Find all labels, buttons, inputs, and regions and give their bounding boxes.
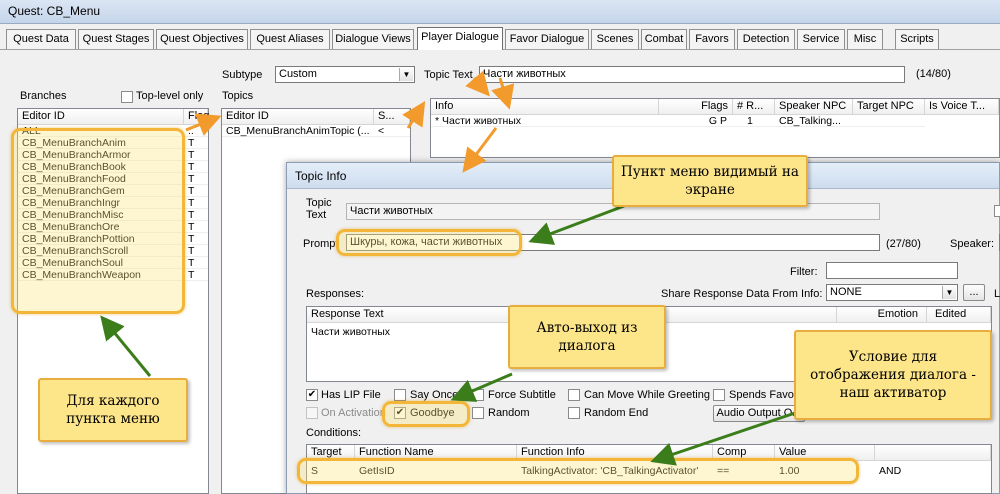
arrow-menu-visible — [528, 204, 625, 245]
arrow-branches-to-topics — [185, 113, 222, 136]
arrow-condition — [650, 410, 799, 466]
arrow-topic-text-3 — [462, 127, 498, 173]
arrow-topic-text-1 — [465, 70, 490, 97]
callout-auto-exit: Авто-выход из диалога — [508, 305, 666, 369]
callout-condition: Условие для отображения диалога - наш ак… — [794, 330, 992, 420]
arrow-auto-exit — [450, 372, 513, 402]
arrow-topic-text-2 — [491, 77, 515, 110]
callout-menu-visible: Пункт меню видимый на экране — [612, 155, 808, 207]
callout-per-item: Для каждого пункта меню — [38, 378, 188, 442]
arrow-topic-to-infos — [402, 100, 426, 129]
arrow-per-item — [100, 315, 152, 377]
